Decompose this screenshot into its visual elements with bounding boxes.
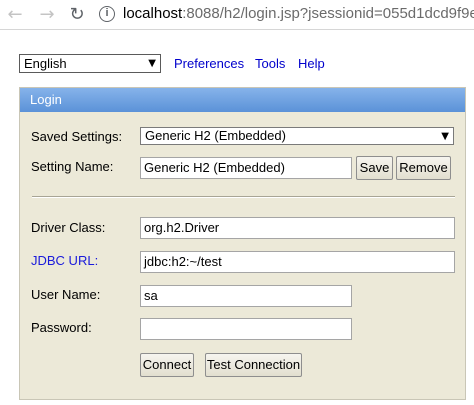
saved-settings-label: Saved Settings:: [31, 129, 123, 144]
url-path: :8088/h2/login.jsp?jsessionid=055d1dcd9f…: [182, 5, 474, 22]
language-value: English: [24, 56, 67, 71]
driver-class-label: Driver Class:: [31, 220, 106, 235]
forward-arrow-icon[interactable]: →: [36, 4, 58, 26]
address-bar[interactable]: localhost:8088/h2/login.jsp?jsessionid=0…: [123, 5, 474, 22]
jdbc-url-input[interactable]: jdbc:h2:~/test: [140, 251, 455, 273]
url-host: localhost: [123, 5, 183, 22]
saved-settings-value: Generic H2 (Embedded): [145, 128, 286, 143]
setting-name-input[interactable]: Generic H2 (Embedded): [140, 157, 352, 179]
save-button[interactable]: Save: [356, 156, 393, 180]
reload-icon[interactable]: ↻: [66, 4, 88, 26]
language-select[interactable]: English ▼: [19, 54, 161, 73]
jdbc-url-label: JDBC URL:: [31, 253, 99, 268]
saved-settings-select[interactable]: Generic H2 (Embedded) ▼: [140, 127, 454, 145]
browser-toolbar: ← → ↻ i localhost:8088/h2/login.jsp?jses…: [0, 0, 474, 30]
password-input[interactable]: [140, 318, 352, 340]
setting-name-label: Setting Name:: [31, 159, 114, 174]
driver-class-input[interactable]: org.h2.Driver: [140, 217, 455, 239]
remove-button[interactable]: Remove: [396, 156, 451, 180]
user-name-input[interactable]: sa: [140, 285, 352, 307]
connect-button[interactable]: Connect: [140, 353, 194, 377]
info-icon[interactable]: i: [99, 6, 115, 22]
dropdown-arrow-icon: ▼: [148, 58, 156, 69]
login-panel: Login Saved Settings: Generic H2 (Embedd…: [19, 87, 466, 400]
user-name-label: User Name:: [31, 287, 101, 302]
divider: [32, 196, 455, 198]
test-connection-button[interactable]: Test Connection: [205, 353, 302, 377]
dropdown-arrow-icon: ▼: [441, 131, 449, 142]
help-link[interactable]: Help: [298, 56, 325, 71]
tools-link[interactable]: Tools: [255, 56, 285, 71]
preferences-link[interactable]: Preferences: [174, 56, 244, 71]
back-arrow-icon[interactable]: ←: [4, 4, 26, 26]
panel-header: Login: [20, 88, 465, 112]
password-label: Password:: [31, 320, 92, 335]
